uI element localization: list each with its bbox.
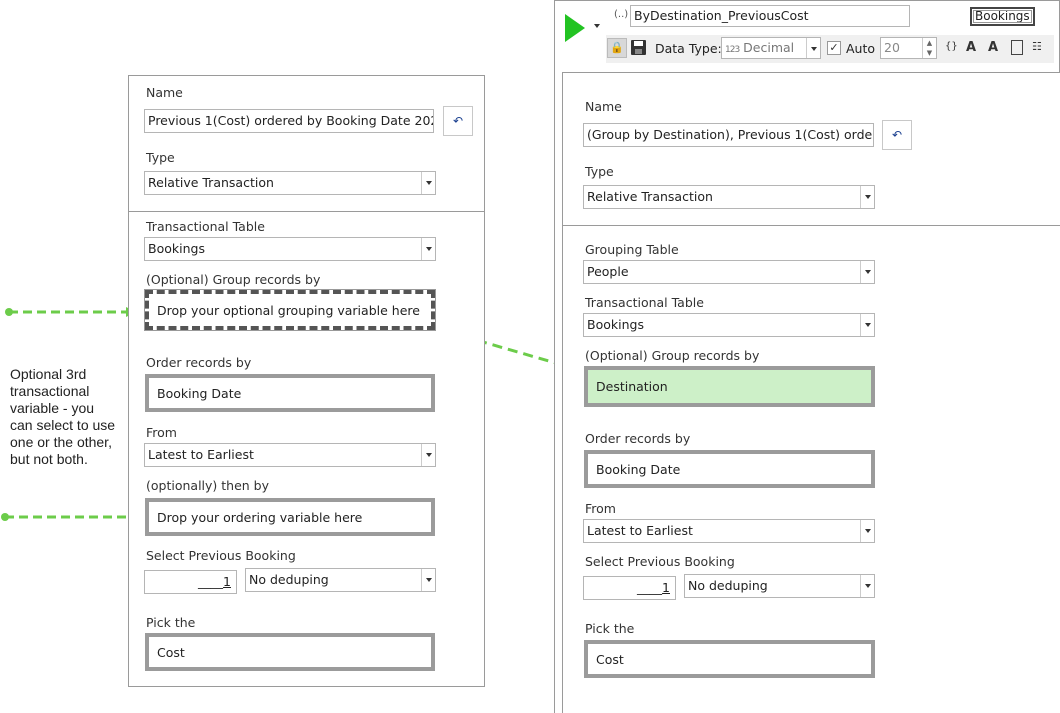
left-undo-button[interactable]: ↶ [443, 106, 473, 136]
left-name-label: Name [146, 85, 183, 100]
hierarchy-icon[interactable]: ☷ [1032, 40, 1042, 53]
right-order-label: Order records by [585, 431, 691, 446]
chevron-down-icon [421, 172, 435, 194]
right-dedupe-value: No deduping [688, 578, 768, 593]
right-select-num: 1 [662, 580, 670, 595]
decimal-icon: 123 [725, 45, 740, 55]
left-group-label: (Optional) Group records by [146, 272, 321, 287]
right-grouping-value: People [587, 264, 629, 279]
right-dedupe-select[interactable]: No deduping [684, 574, 875, 598]
right-name-label: Name [585, 99, 622, 114]
right-group-label: (Optional) Group records by [585, 348, 760, 363]
left-dedupe-select[interactable]: No deduping [245, 568, 436, 592]
chevron-down-icon [421, 238, 435, 260]
chevron-down-icon [860, 261, 874, 283]
brace-icon[interactable]: {} [945, 41, 958, 52]
left-dedupe-value: No deduping [249, 572, 329, 587]
datatype-value: Decimal [743, 40, 795, 55]
left-order-drop-zone[interactable]: Booking Date [145, 374, 435, 412]
right-trans-table-select[interactable]: Bookings [583, 313, 875, 337]
chevron-down-icon [421, 569, 435, 591]
lock-icon[interactable]: 🔒 [607, 38, 627, 58]
right-undo-button[interactable]: ↶ [882, 120, 912, 150]
left-trans-table-value: Bookings [148, 241, 205, 256]
right-type-select[interactable]: Relative Transaction [583, 185, 875, 209]
datatype-select[interactable]: 123 Decimal [721, 37, 821, 59]
left-type-value: Relative Transaction [148, 175, 274, 190]
left-pick-value: Cost [157, 644, 185, 660]
right-from-select[interactable]: Latest to Earliest [583, 519, 875, 543]
left-select-blank: ____ [198, 574, 224, 589]
left-name-field[interactable]: Previous 1(Cost) ordered by Booking Date… [144, 109, 434, 133]
undo-icon: ↶ [452, 114, 464, 128]
left-type-select[interactable]: Relative Transaction [144, 171, 436, 195]
right-pick-value: Cost [596, 651, 624, 667]
left-pick-drop-zone[interactable]: Cost [145, 633, 435, 671]
right-group-drop-zone[interactable]: Destination [584, 366, 875, 407]
right-name-field[interactable]: (Group by Destination), Previous 1(Cost)… [583, 123, 874, 147]
right-group-value: Destination [596, 379, 668, 394]
var-prefix: (..) [614, 9, 629, 20]
left-from-label: From [146, 425, 177, 440]
annotation-text: Optional 3rd transactional variable - yo… [10, 366, 116, 467]
auto-checkbox[interactable]: ✓ [827, 41, 841, 55]
right-select-number[interactable]: ____1 [583, 576, 676, 600]
left-order-label: Order records by [146, 355, 252, 370]
right-select-blank: ____ [637, 580, 663, 595]
play-icon [565, 14, 585, 42]
run-menu-chevron-icon[interactable] [594, 24, 600, 28]
left-group-drop-zone[interactable]: Drop your optional grouping variable her… [144, 289, 436, 331]
arrow-to-then-drop [1, 512, 138, 522]
chevron-down-icon [421, 444, 435, 466]
right-grouping-select[interactable]: People [583, 260, 875, 284]
table-badge[interactable]: Bookings [970, 7, 1035, 26]
datatype-label: Data Type: [655, 41, 722, 56]
right-separator [563, 225, 1060, 226]
chevron-down-icon [860, 520, 874, 542]
left-then-drop-zone[interactable]: Drop your ordering variable here [145, 498, 435, 536]
chevron-down-icon [860, 575, 874, 597]
spinner-arrows-icon[interactable]: ▲ ▼ [922, 38, 936, 58]
left-select-number[interactable]: ____1 [144, 570, 237, 594]
save-icon[interactable] [631, 40, 646, 55]
right-pick-label: Pick the [585, 621, 635, 636]
left-from-value: Latest to Earliest [148, 447, 254, 462]
right-pick-drop-zone[interactable]: Cost [584, 640, 875, 678]
left-then-label: (optionally) then by [146, 478, 269, 493]
left-pick-label: Pick the [146, 615, 196, 630]
right-from-label: From [585, 501, 616, 516]
document-icon[interactable] [1011, 40, 1023, 55]
font-decrease-icon[interactable]: A [988, 40, 998, 55]
right-order-value: Booking Date [596, 461, 681, 477]
undo-icon: ↶ [891, 128, 903, 142]
chevron-down-icon [860, 186, 874, 208]
chevron-down-icon [860, 314, 874, 336]
left-order-value: Booking Date [157, 385, 242, 401]
right-type-label: Type [585, 164, 614, 179]
variable-name-field[interactable]: ByDestination_PreviousCost [630, 5, 910, 27]
left-group-drop-text: Drop your optional grouping variable her… [157, 302, 420, 318]
left-then-drop-text: Drop your ordering variable here [157, 509, 363, 525]
left-trans-table-label: Transactional Table [146, 219, 265, 234]
run-button[interactable] [563, 12, 589, 44]
right-select-label: Select Previous Booking [585, 554, 735, 569]
left-type-label: Type [146, 150, 175, 165]
left-select-num: 1 [223, 574, 231, 589]
left-select-label: Select Previous Booking [146, 548, 296, 563]
font-increase-icon[interactable]: A [966, 40, 976, 55]
right-trans-table-label: Transactional Table [585, 295, 704, 310]
left-trans-table-select[interactable]: Bookings [144, 237, 436, 261]
right-from-value: Latest to Earliest [587, 523, 693, 538]
chevron-down-icon [806, 38, 820, 58]
auto-label: Auto [846, 41, 876, 56]
right-order-drop-zone[interactable]: Booking Date [584, 450, 875, 488]
right-type-value: Relative Transaction [587, 189, 713, 204]
left-separator [129, 211, 484, 212]
right-grouping-label: Grouping Table [585, 242, 679, 257]
arrow-to-group-drop [5, 307, 136, 317]
right-trans-table-value: Bookings [587, 317, 644, 332]
left-from-select[interactable]: Latest to Earliest [144, 443, 436, 467]
